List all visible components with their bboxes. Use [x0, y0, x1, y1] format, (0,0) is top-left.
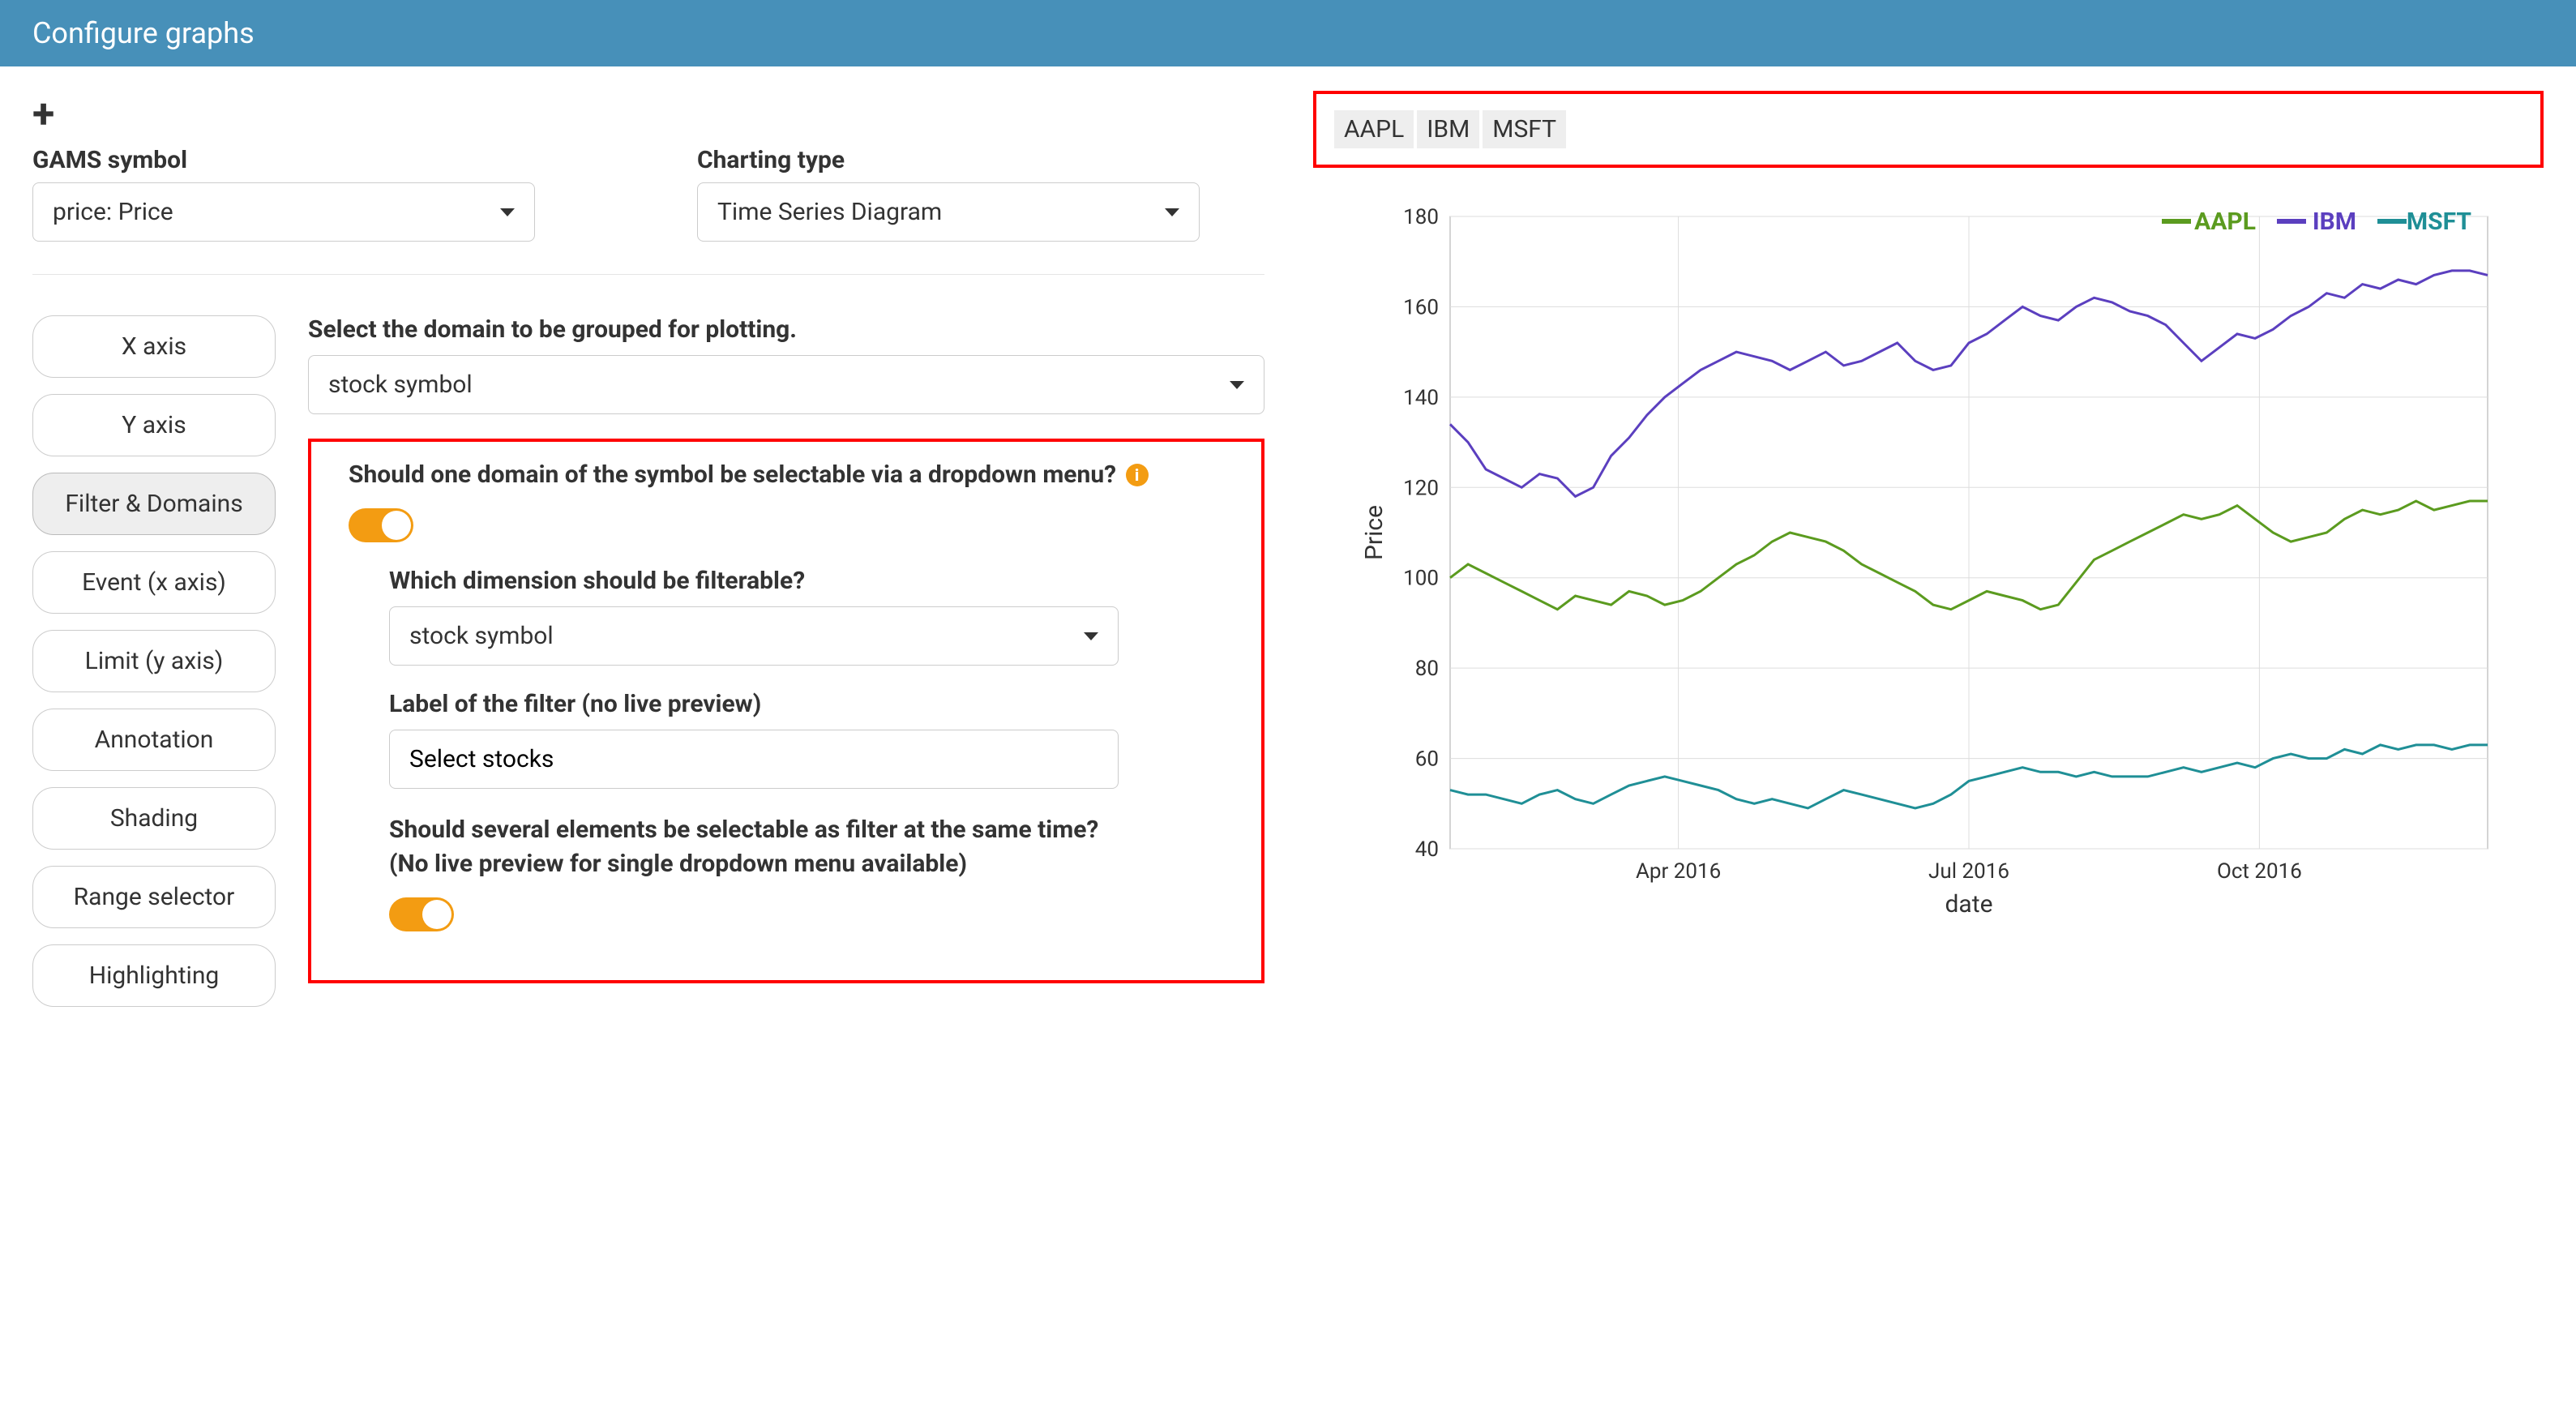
tab-y-axis[interactable]: Y axis: [32, 394, 276, 456]
chart-legend: MSFT IBM AAPL: [2162, 208, 2471, 236]
highlight-box-stock-filter: AAPLIBMMSFT: [1313, 91, 2544, 168]
tab-annotation[interactable]: Annotation: [32, 709, 276, 771]
tab-x-axis[interactable]: X axis: [32, 315, 276, 378]
toggle-knob: [422, 900, 451, 929]
tab-shading[interactable]: Shading: [32, 787, 276, 850]
page-header: Configure graphs: [0, 0, 2576, 66]
svg-text:40: 40: [1415, 837, 1439, 862]
dim-filter-select[interactable]: stock symbol: [389, 606, 1119, 666]
domain-group-select[interactable]: stock symbol: [308, 355, 1264, 414]
toggle-knob: [382, 511, 411, 540]
stock-pill-msft[interactable]: MSFT: [1483, 110, 1566, 148]
svg-text:AAPL: AAPL: [2194, 208, 2256, 236]
svg-text:100: 100: [1403, 567, 1439, 591]
gams-symbol-value: price: Price: [53, 198, 173, 226]
dropdown-enable-toggle[interactable]: [349, 508, 413, 542]
add-button[interactable]: +: [32, 91, 1264, 138]
charting-type-value: Time Series Diagram: [717, 198, 942, 226]
plus-icon: +: [32, 91, 54, 138]
tab-column: X axis Y axis Filter & Domains Event (x axi…: [32, 315, 276, 1023]
charting-type-select[interactable]: Time Series Diagram: [697, 182, 1200, 242]
info-icon[interactable]: i: [1126, 464, 1149, 486]
svg-text:120: 120: [1403, 476, 1439, 500]
svg-text:Oct 2016: Oct 2016: [2217, 859, 2302, 884]
page-title: Configure graphs: [32, 16, 255, 50]
tab-event-x-axis-[interactable]: Event (x axis): [32, 551, 276, 614]
caret-down-icon: [1084, 632, 1098, 640]
tab-highlighting[interactable]: Highlighting: [32, 944, 276, 1007]
svg-text:Apr 2016: Apr 2016: [1636, 859, 1721, 884]
gams-symbol-label: GAMS symbol: [32, 146, 535, 174]
svg-text:180: 180: [1403, 205, 1439, 229]
domain-group-value: stock symbol: [328, 370, 473, 399]
divider: [32, 274, 1264, 275]
dim-filter-value: stock symbol: [409, 622, 554, 650]
gams-symbol-select[interactable]: price: Price: [32, 182, 535, 242]
dropdown-question: Should one domain of the symbol be selec…: [349, 458, 1224, 492]
caret-down-icon: [500, 208, 515, 216]
svg-text:80: 80: [1415, 657, 1439, 681]
svg-text:Jul 2016: Jul 2016: [1928, 859, 2009, 884]
highlight-box-dropdown-config: Should one domain of the symbol be selec…: [308, 439, 1264, 983]
tab-limit-y-axis-[interactable]: Limit (y axis): [32, 630, 276, 692]
svg-text:MSFT: MSFT: [2407, 208, 2471, 236]
caret-down-icon: [1230, 381, 1244, 389]
svg-text:60: 60: [1415, 747, 1439, 772]
stock-pill-ibm[interactable]: IBM: [1417, 110, 1479, 148]
tab-filter-domains[interactable]: Filter & Domains: [32, 473, 276, 535]
multi-select-toggle[interactable]: [389, 897, 454, 931]
chart-container: 40 60 80 100 120 140 160 180 Apr 2016 Jul 2016 Oct…: [1313, 192, 2544, 922]
charting-type-label: Charting type: [697, 146, 1200, 174]
multi-select-question: Should several elements be selectable as…: [389, 813, 1119, 881]
time-series-chart[interactable]: 40 60 80 100 120 140 160 180 Apr 2016 Jul 2016 Oct…: [1313, 192, 2544, 922]
tab-range-selector[interactable]: Range selector: [32, 866, 276, 928]
filter-label-input[interactable]: [389, 730, 1119, 789]
dim-filter-label: Which dimension should be filterable?: [389, 567, 1224, 595]
caret-down-icon: [1165, 208, 1179, 216]
filter-label-label: Label of the filter (no live preview): [389, 690, 1224, 718]
svg-text:140: 140: [1403, 386, 1439, 410]
svg-text:date: date: [1945, 890, 1993, 918]
svg-text:160: 160: [1403, 295, 1439, 319]
stock-pill-aapl[interactable]: AAPL: [1334, 110, 1414, 148]
svg-text:Price: Price: [1360, 505, 1389, 560]
svg-text:IBM: IBM: [2313, 208, 2356, 236]
domain-group-label: Select the domain to be grouped for plot…: [308, 315, 1264, 344]
